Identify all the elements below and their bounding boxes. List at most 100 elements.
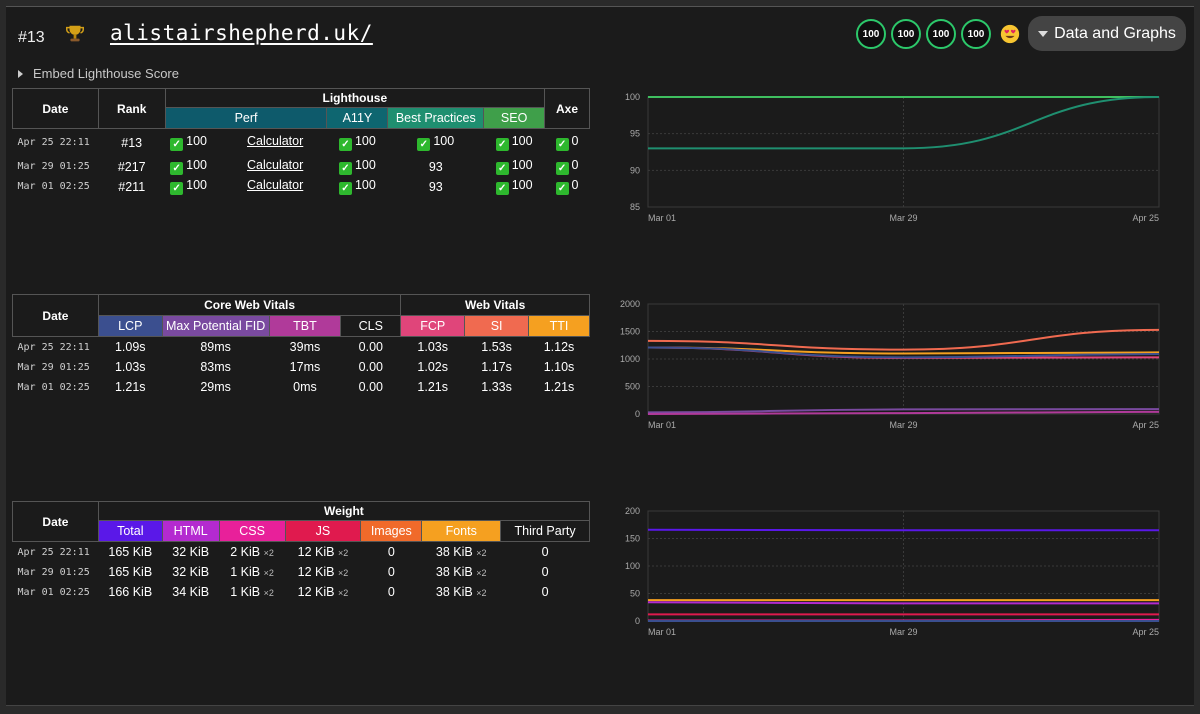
fcp-cell: 1.21s bbox=[401, 377, 465, 397]
col-css: CSS bbox=[218, 520, 286, 542]
axe-cell-value: 0 bbox=[571, 134, 579, 149]
lcp-cell-value: 1.03s bbox=[114, 360, 146, 374]
js-cell-count: ×2 bbox=[337, 588, 349, 598]
table-row: Mar 29 01:25 165 KiB 32 KiB 1 KiB ×2 12 KiB … bbox=[13, 562, 590, 582]
si-cell: 1.33s bbox=[465, 377, 529, 397]
fonts-cell-count: ×2 bbox=[476, 568, 487, 578]
a11y-cell-value: 100 bbox=[354, 178, 376, 192]
best-practices-cell-value: 100 bbox=[433, 134, 455, 149]
si-cell: 1.53s bbox=[465, 337, 529, 358]
cls-cell: 0.00 bbox=[341, 357, 401, 377]
cls-cell-value: 0.00 bbox=[358, 340, 383, 354]
tti-cell-value: 1.21s bbox=[543, 380, 575, 394]
fcp-cell-value: 1.02s bbox=[417, 360, 448, 374]
score-badge-a11y: 100 bbox=[891, 19, 921, 49]
date-cell: Mar 29 01:25 bbox=[13, 562, 99, 582]
x-tick-label: Mar 01 bbox=[648, 213, 676, 223]
fid-cell: 29ms bbox=[162, 377, 269, 397]
y-tick-label: 100 bbox=[625, 561, 640, 571]
rank-cell-value: #211 bbox=[118, 179, 146, 194]
lcp-cell: 1.21s bbox=[98, 377, 162, 397]
check-icon: ✓ bbox=[495, 138, 509, 152]
css-cell-value: 1 KiB bbox=[230, 565, 261, 579]
html-cell-value: 32 KiB bbox=[172, 545, 210, 559]
seo-cell-value: 100 bbox=[511, 134, 533, 149]
third-party-cell-value: 0 bbox=[541, 545, 549, 559]
lighthouse-scores-chart: 85 90 95 100 Mar 01 Mar 29 Apr 25 bbox=[625, 92, 1160, 223]
cls-cell-value: 0.00 bbox=[358, 380, 383, 394]
x-tick-label: Mar 01 bbox=[648, 627, 676, 637]
table-row: Mar 29 01:25 1.03s 83ms 17ms 0.00 1.02s 1.17s 1… bbox=[13, 357, 590, 377]
date-cell: Mar 29 01:25 bbox=[13, 357, 99, 377]
tti-cell-value: 1.10s bbox=[543, 360, 575, 374]
js-cell: 12 KiB ×2 bbox=[285, 562, 361, 582]
images-cell-value: 0 bbox=[387, 545, 395, 559]
fid-cell-value: 89ms bbox=[200, 340, 231, 354]
js-cell: 12 KiB ×2 bbox=[285, 542, 361, 563]
perf-cell: ✓ 100 Calculator bbox=[165, 129, 327, 157]
images-cell-value: 0 bbox=[387, 585, 395, 599]
embed-score-toggle[interactable]: Embed Lighthouse Score bbox=[18, 66, 179, 81]
weight-table: Date Weight Total HTML CSS JS Images Fon… bbox=[12, 501, 591, 603]
tti-cell: 1.21s bbox=[529, 377, 590, 397]
images-cell: 0 bbox=[361, 562, 422, 582]
best-practices-cell-value: 93 bbox=[428, 179, 443, 194]
fonts-cell: 38 KiB ×2 bbox=[422, 562, 501, 582]
total-cell: 166 KiB bbox=[98, 582, 162, 602]
total-cell-value: 166 KiB bbox=[108, 585, 153, 599]
col-tti: TTI bbox=[528, 315, 590, 337]
js-cell-count: ×2 bbox=[337, 548, 349, 558]
seo-cell: ✓ 100 bbox=[484, 157, 545, 177]
col-seo: SEO bbox=[483, 107, 546, 129]
table-row: Mar 01 02:25 1.21s 29ms 0ms 0.00 1.21s 1.33s 1.… bbox=[13, 377, 590, 397]
best-practices-cell: ✓ 100 bbox=[388, 129, 484, 157]
col-date: Date bbox=[12, 88, 99, 129]
calculator-link[interactable]: Calculator bbox=[247, 134, 303, 148]
table-row: Apr 25 22:11 165 KiB 32 KiB 2 KiB ×2 12 KiB … bbox=[13, 542, 590, 563]
table-row: Apr 25 22:11 1.09s 89ms 39ms 0.00 1.03s 1.53s 1… bbox=[13, 337, 590, 358]
third-party-cell: 0 bbox=[501, 562, 590, 582]
js-cell: 12 KiB ×2 bbox=[285, 582, 361, 602]
seo-cell-value: 100 bbox=[511, 178, 533, 192]
y-tick-label: 50 bbox=[630, 589, 640, 599]
date-cell-value: Apr 25 22:11 bbox=[17, 546, 90, 558]
html-cell: 32 KiB bbox=[162, 562, 219, 582]
weight-rows: Apr 25 22:11 165 KiB 32 KiB 2 KiB ×2 12 KiB … bbox=[13, 542, 590, 603]
check-icon: ✓ bbox=[338, 162, 352, 175]
rank-label: #13 bbox=[18, 29, 45, 46]
y-tick-label: 0 bbox=[635, 409, 640, 419]
vitals-rows: Apr 25 22:11 1.09s 89ms 39ms 0.00 1.03s 1.53s 1… bbox=[13, 337, 590, 398]
x-tick-label: Apr 25 bbox=[1132, 627, 1159, 637]
col-total: Total bbox=[97, 520, 163, 542]
fonts-cell-count: ×2 bbox=[476, 548, 487, 558]
date-cell: Apr 25 22:11 bbox=[13, 337, 99, 358]
data-and-graphs-button[interactable]: Data and Graphs bbox=[1028, 16, 1186, 51]
col-images: Images bbox=[360, 520, 423, 542]
total-cell: 165 KiB bbox=[98, 562, 162, 582]
css-cell-count: ×2 bbox=[263, 588, 274, 598]
fcp-cell-value: 1.21s bbox=[417, 380, 448, 394]
col-date: Date bbox=[12, 294, 99, 337]
check-icon: ✓ bbox=[170, 162, 184, 175]
tti-cell-value: 1.12s bbox=[543, 340, 575, 354]
vitals-table: Date Core Web Vitals Web Vitals LCP Max … bbox=[12, 294, 590, 397]
check-icon: ✓ bbox=[170, 182, 184, 195]
a11y-cell-value: 100 bbox=[354, 134, 376, 149]
col-html: HTML bbox=[161, 520, 220, 542]
heart-eyes-emoji-icon bbox=[1000, 24, 1020, 44]
date-cell: Apr 25 22:11 bbox=[13, 129, 99, 157]
si-cell: 1.17s bbox=[465, 357, 529, 377]
html-cell: 32 KiB bbox=[162, 542, 219, 563]
tti-cell: 1.12s bbox=[529, 337, 590, 358]
y-tick-label: 500 bbox=[625, 382, 640, 392]
third-party-cell-value: 0 bbox=[541, 585, 549, 599]
x-tick-label: Mar 29 bbox=[889, 420, 917, 430]
score-badge-perf: 100 bbox=[856, 19, 886, 49]
js-cell-count: ×2 bbox=[337, 568, 349, 578]
site-url-link[interactable]: alistairshepherd.uk/ bbox=[110, 21, 373, 45]
calculator-link[interactable]: Calculator bbox=[247, 158, 303, 172]
check-icon: ✓ bbox=[417, 138, 431, 152]
group-web-vitals: Web Vitals bbox=[400, 294, 590, 316]
calculator-link[interactable]: Calculator bbox=[247, 178, 303, 192]
a11y-cell: ✓ 100 bbox=[327, 157, 388, 177]
